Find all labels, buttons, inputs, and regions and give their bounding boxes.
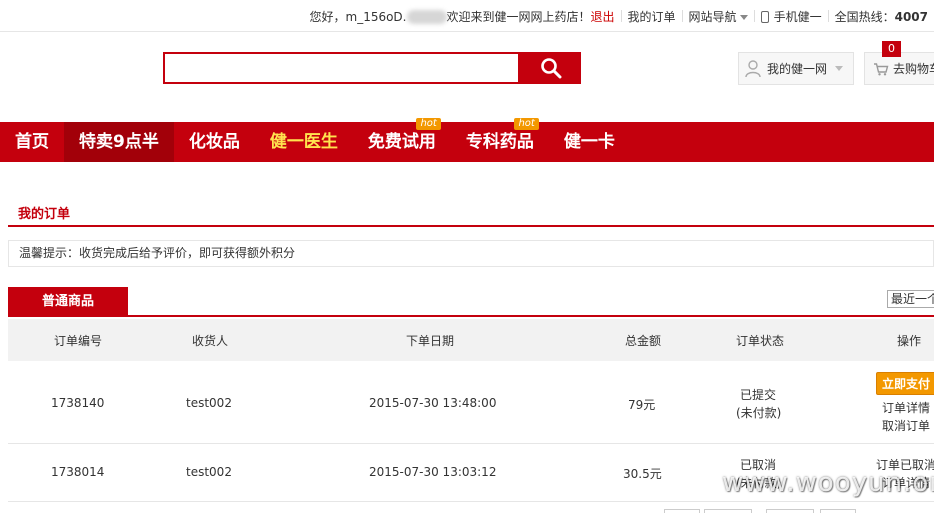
column-header: 操作 xyxy=(897,334,922,348)
my-account-label: 我的健一网 xyxy=(767,62,828,76)
welcome-text: 欢迎来到健一网网上药店！ xyxy=(446,9,591,24)
hot-badge: hot xyxy=(514,118,539,130)
top-bar: 您好，m_156oD. 欢迎来到健一网网上药店！退出 我的订单 网站导航 手机健一… xyxy=(0,0,934,32)
pager-button[interactable] xyxy=(704,509,752,513)
cart-count-badge: 0 xyxy=(882,41,901,57)
column-header: 下单日期 xyxy=(406,334,455,348)
user-icon xyxy=(745,59,761,77)
pager-button[interactable] xyxy=(820,509,856,513)
order-id-link[interactable]: 1738140 xyxy=(51,396,104,410)
nav-item-card[interactable]: 健一卡 xyxy=(549,122,630,162)
order-detail-link[interactable]: 订单详情 xyxy=(882,399,930,416)
search-input[interactable] xyxy=(165,54,518,82)
order-id-link[interactable]: 1738014 xyxy=(51,465,104,479)
pager-button[interactable] xyxy=(766,509,814,513)
nav-item-free-trial[interactable]: 免费试用 hot xyxy=(353,118,451,162)
table-header: 订单编号 收货人 下单日期 总金额 订单状态 操作 xyxy=(8,319,934,361)
chevron-down-icon xyxy=(739,14,748,20)
search-box xyxy=(163,52,520,84)
hotline-number: 4007 xyxy=(894,9,928,24)
logout-link[interactable]: 退出 xyxy=(591,10,615,24)
mobile-link[interactable]: 手机健一 xyxy=(755,8,828,25)
phone-icon xyxy=(760,11,769,23)
cart-label: 去购物车 xyxy=(893,62,934,76)
pay-now-button[interactable]: 立即支付 xyxy=(876,372,934,395)
nav-item-home[interactable]: 首页 xyxy=(0,122,64,162)
tab-regular-goods[interactable]: 普通商品 xyxy=(8,287,128,317)
site-nav-menu[interactable]: 网站导航 xyxy=(683,8,754,25)
column-header: 订单状态 xyxy=(736,334,785,348)
period-select[interactable]: 最近一个月 xyxy=(887,290,934,308)
cart-icon xyxy=(874,62,889,75)
tip-bar: 温馨提示：收货完成后给予评价，即可获得额外积分 xyxy=(8,240,934,267)
search-button[interactable] xyxy=(520,52,581,84)
username-redaction xyxy=(406,10,447,24)
nav-item-specialty-drugs[interactable]: 专科药品 hot xyxy=(451,118,549,162)
username[interactable]: m_156oD. xyxy=(346,10,407,24)
my-orders-link[interactable]: 我的订单 xyxy=(622,8,682,25)
section-header: 我的订单 xyxy=(8,197,934,227)
my-account-dropdown[interactable]: 我的健一网 xyxy=(738,52,854,85)
search-icon xyxy=(540,58,561,79)
column-header: 订单编号 xyxy=(54,334,103,348)
nav-item-flash-sale[interactable]: 特卖9点半 xyxy=(64,122,174,162)
greeting: 您好，m_156oD. 欢迎来到健一网网上药店！退出 xyxy=(309,9,615,24)
order-date: 2015-07-30 13:03:12 xyxy=(369,465,497,479)
column-header: 总金额 xyxy=(625,334,662,348)
order-status: 已提交 xyxy=(740,388,777,402)
hot-badge: hot xyxy=(416,118,441,130)
nav-item-cosmetics[interactable]: 化妆品 xyxy=(174,122,255,162)
tab-bar: 普通商品 xyxy=(8,287,934,317)
cancel-order-link[interactable]: 取消订单 xyxy=(882,417,930,434)
order-amount: 79元 xyxy=(628,398,656,412)
table-row: 1738140 test002 2015-07-30 13:48:00 79元 … xyxy=(8,361,934,444)
pager-button[interactable] xyxy=(664,509,700,513)
hotline: 全国热线：4007 xyxy=(834,9,928,24)
order-amount: 30.5元 xyxy=(623,467,662,481)
receiver: test002 xyxy=(186,396,232,410)
order-date: 2015-07-30 13:48:00 xyxy=(369,396,497,410)
receiver: test002 xyxy=(186,465,232,479)
nav-item-doctor[interactable]: 健一医生 xyxy=(255,122,353,162)
chevron-down-icon xyxy=(835,66,844,71)
order-status-sub: (未付款) xyxy=(736,406,782,420)
watermark: www.wooyun.org xyxy=(722,468,934,498)
main-nav: 首页 特卖9点半 化妆品 健一医生 免费试用 hot 专科药品 hot 健一卡 xyxy=(0,118,934,162)
column-header: 收货人 xyxy=(192,334,229,348)
page-title: 我的订单 xyxy=(18,207,71,222)
